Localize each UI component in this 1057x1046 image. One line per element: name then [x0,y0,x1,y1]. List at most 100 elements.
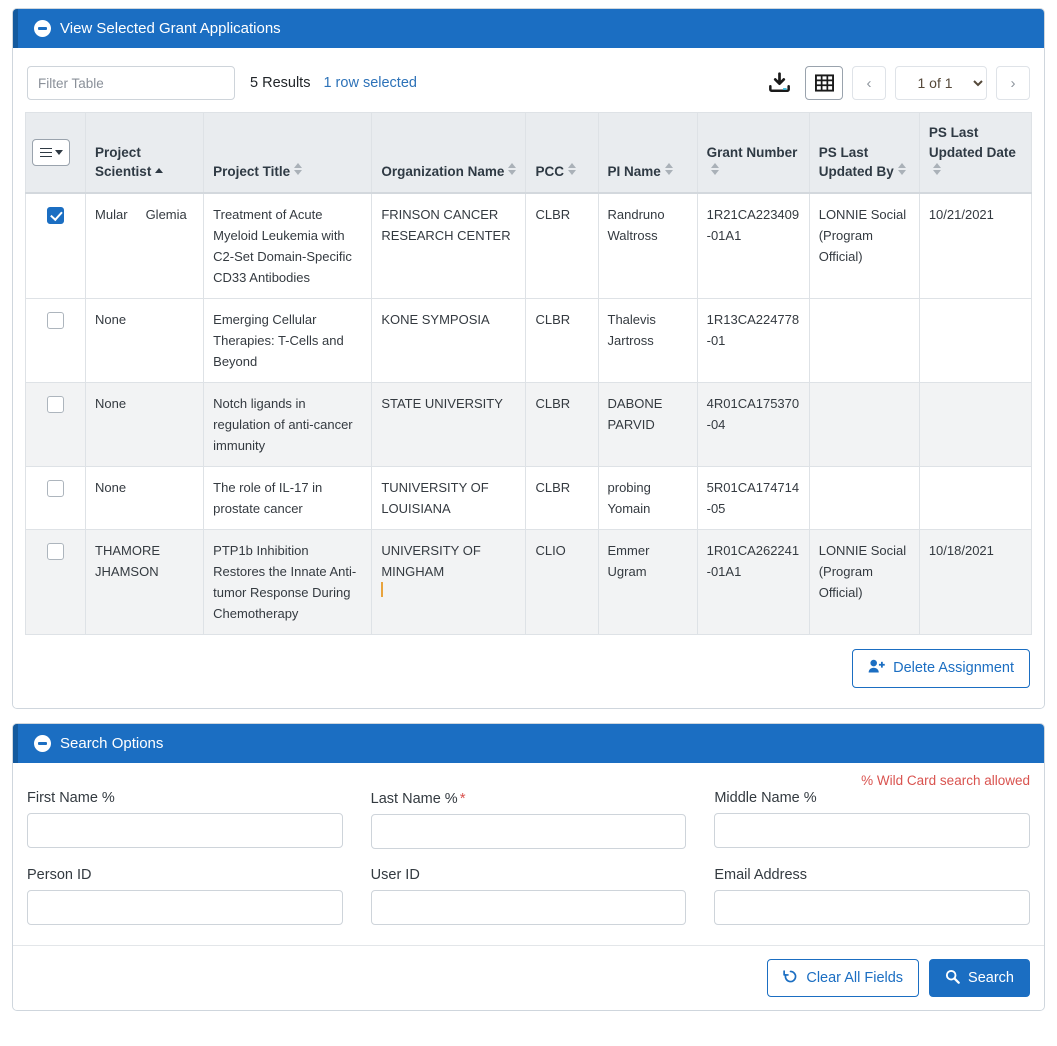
field-label: User ID [371,867,687,883]
field-last-name: Last Name % * [370,790,687,849]
search-panel-actions: Clear All Fields Search [13,944,1044,1011]
label-text: Last Name % [370,790,458,807]
grant-panel-header[interactable]: View Selected Grant Applications [13,9,1044,48]
cell-ps-last-updated-date [918,382,1033,468]
middle-name-input[interactable] [714,812,1030,848]
field-label: First Name % [27,790,343,806]
column-label: Organization Name [381,164,505,180]
field-label: Person ID [27,867,343,883]
column-header-project-scientist[interactable]: Project Scientist [85,111,205,194]
cell-ps-last-updated-by: LONNIE Social (Program Official) [808,529,920,636]
row-select-checkbox[interactable] [47,480,65,498]
field-email-address: Email Address [714,867,1030,925]
delete-assignment-button[interactable]: Delete Assignment [852,649,1030,688]
cell-ps-last-updated-date [918,466,1033,531]
cell-project-title: Emerging Cellular Therapies: T-Cells and… [203,297,373,384]
table-row[interactable]: THAMORE JHAMSON PTP1b Inhibition Restore… [24,529,1033,636]
column-label: PI Name [607,164,661,180]
column-menu-header [24,111,87,194]
sort-icon [294,163,303,176]
ps-first-name: JHAMSON [95,564,159,580]
cell-project-scientist: THAMORE JHAMSON [85,529,205,636]
row-select-checkbox[interactable] [47,543,65,561]
cell-ps-last-updated-date [918,297,1033,384]
person-id-input[interactable] [27,889,343,925]
sort-icon [897,163,907,176]
grant-panel-title: View Selected Grant Applications [60,20,281,37]
row-select-cell[interactable] [24,466,87,531]
column-header-pcc[interactable]: PCC [525,111,599,194]
cell-pcc: CLBR [525,297,599,384]
column-header-ps-last-updated-by[interactable]: PS Last Updated By [808,111,920,194]
label-text: Person ID [27,866,92,883]
table-row[interactable]: None The role of IL-17 in prostate cance… [24,466,1033,531]
field-first-name: First Name % [27,790,343,849]
cell-grant-number: 4R01CA175370-04 [696,382,810,468]
field-label: Email Address [714,867,1030,883]
table-toolbar: 5 Results 1 row selected [25,62,1032,112]
table-header-row: Project Scientist Project Title Organiza… [24,111,1033,194]
sort-asc-icon [155,168,164,175]
sort-icon [710,163,720,176]
page-select[interactable]: 1 of 1 [895,66,987,100]
search-panel-body: % Wild Card search allowed First Name % … [13,763,1044,1011]
cell-pcc: CLBR [525,192,599,299]
first-name-input[interactable] [27,812,343,848]
column-menu-icon[interactable] [32,138,70,166]
undo-icon [783,969,798,988]
row-select-checkbox[interactable] [47,311,65,329]
cell-ps-last-updated-by [808,382,920,468]
cell-pcc: CLIO [525,529,599,636]
grid-view-icon[interactable] [805,66,843,100]
next-page-button[interactable]: › [996,66,1030,100]
column-label: Project Title [213,164,291,180]
clear-all-fields-button[interactable]: Clear All Fields [767,958,920,998]
column-header-project-title[interactable]: Project Title [203,111,373,194]
field-label: Last Name % * [371,790,687,807]
label-text: Email Address [714,866,808,883]
sort-icon [567,163,577,176]
text-cursor-icon [381,582,384,598]
wildcard-note: % Wild Card search allowed [861,772,1030,788]
table-row[interactable]: Mular Glemia Treatment of Acute Myeloid … [24,192,1033,299]
prev-page-button[interactable]: ‹ [852,66,886,100]
minus-circle-icon[interactable] [34,734,51,752]
column-label: PCC [535,164,564,180]
hamburger-icon [39,145,52,159]
row-select-cell[interactable] [24,382,87,468]
field-person-id: Person ID [27,867,343,925]
row-select-cell[interactable] [24,192,87,299]
field-user-id: User ID [370,867,687,925]
column-header-pi-name[interactable]: PI Name [597,111,698,194]
cell-grant-number: 5R01CA174714-05 [696,466,810,531]
cell-project-title: The role of IL-17 in prostate cancer [203,466,373,531]
cell-ps-last-updated-date: 10/21/2021 [918,192,1033,299]
row-select-checkbox[interactable] [47,206,65,224]
row-select-cell[interactable] [24,529,87,636]
row-select-checkbox[interactable] [47,396,65,414]
minus-circle-icon[interactable] [34,20,51,37]
row-select-cell[interactable] [24,297,87,384]
grant-panel-body: 5 Results 1 row selected [13,48,1044,708]
delete-assignment-label: Delete Assignment [893,660,1014,677]
column-header-grant-number[interactable]: Grant Number [696,111,810,194]
user-id-input[interactable] [370,889,687,925]
email-address-input[interactable] [714,889,1030,925]
search-panel-header[interactable]: Search Options [13,723,1044,763]
filter-table-input[interactable] [27,66,235,100]
results-count: 5 Results [250,75,311,91]
column-label: PS Last Updated Date [928,125,1016,160]
download-icon[interactable] [763,69,796,98]
ps-last-name: Mular [95,206,128,222]
cell-project-scientist: Mular Glemia [85,192,205,299]
last-name-input[interactable] [370,813,687,849]
search-button[interactable]: Search [929,958,1030,998]
table-row[interactable]: None Notch ligands in regulation of anti… [24,382,1033,468]
column-header-organization-name[interactable]: Organization Name [371,111,527,194]
sort-icon [932,163,942,176]
cell-project-title: PTP1b Inhibition Restores the Innate Ant… [203,529,373,636]
cell-grant-number: 1R21CA223409-01A1 [696,192,810,299]
cell-project-title: Notch ligands in regulation of anti-canc… [203,382,373,468]
table-row[interactable]: None Emerging Cellular Therapies: T-Cell… [24,297,1033,384]
column-header-ps-last-updated-date[interactable]: PS Last Updated Date [918,111,1033,194]
